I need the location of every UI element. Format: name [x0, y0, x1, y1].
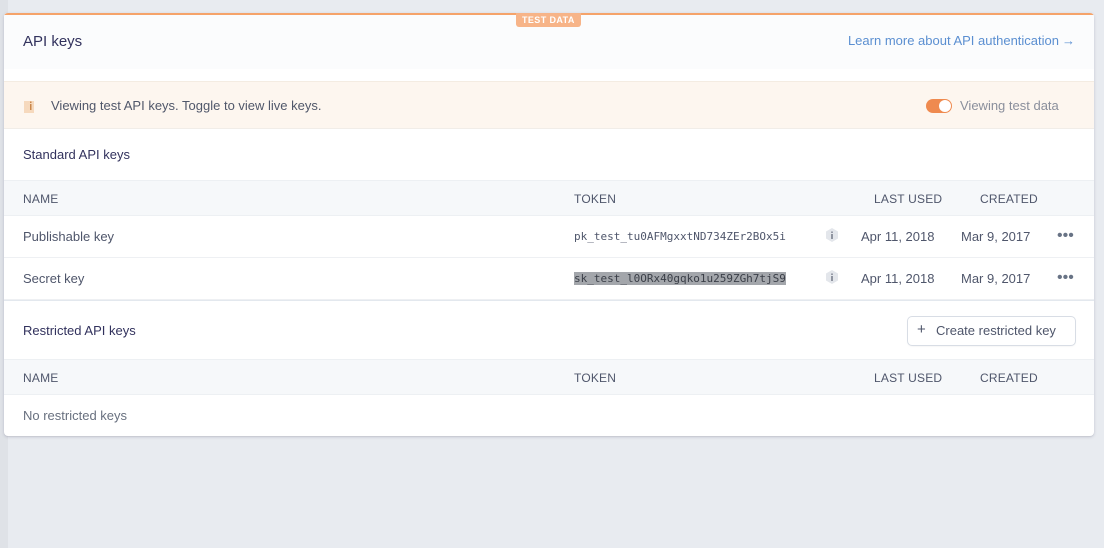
restricted-keys-title: Restricted API keys: [23, 323, 136, 338]
column-token: TOKEN: [574, 192, 617, 206]
toggle-knob: [939, 100, 951, 112]
key-token[interactable]: sk_test_l0ORx40gqko1u259ZGh7tjS9: [574, 272, 786, 285]
column-last-used: LAST USED: [874, 192, 943, 206]
standard-keys-header: NAME TOKEN LAST USED CREATED: [4, 180, 1094, 216]
more-actions-icon[interactable]: •••: [1057, 270, 1074, 286]
key-name: Publishable key: [23, 229, 115, 244]
column-name: NAME: [23, 371, 59, 385]
key-created: Mar 9, 2017: [961, 229, 1031, 244]
section-divider: [4, 300, 1094, 301]
table-row: Secret key sk_test_l0ORx40gqko1u259ZGh7t…: [4, 258, 1094, 300]
more-actions-icon[interactable]: •••: [1057, 228, 1074, 244]
api-keys-card: API keys Learn more about API authentica…: [4, 13, 1094, 436]
page-title: API keys: [23, 33, 83, 50]
column-created: CREATED: [980, 371, 1038, 385]
test-data-toggle[interactable]: [926, 99, 952, 113]
plus-icon: +: [917, 321, 926, 338]
notice-text: Viewing test API keys. Toggle to view li…: [51, 98, 322, 113]
create-restricted-key-label: Create restricted key: [936, 323, 1056, 338]
table-row: Publishable key pk_test_tu0AFMgxxtND734Z…: [4, 216, 1094, 258]
column-token: TOKEN: [574, 371, 617, 385]
create-restricted-key-button[interactable]: + Create restricted key: [908, 317, 1075, 345]
learn-more-label: Learn more about API authentication: [847, 33, 1059, 48]
toggle-label: Viewing test data: [960, 98, 1059, 113]
column-last-used: LAST USED: [874, 371, 943, 385]
empty-state-text: No restricted keys: [23, 408, 128, 423]
info-icon[interactable]: [825, 269, 839, 285]
column-created: CREATED: [980, 192, 1038, 206]
key-created: Mar 9, 2017: [961, 271, 1031, 286]
test-data-badge: TEST DATA: [516, 13, 581, 27]
column-name: NAME: [23, 192, 59, 206]
test-keys-notice: Viewing test API keys. Toggle to view li…: [4, 81, 1094, 129]
key-token[interactable]: pk_test_tu0AFMgxxtND734ZEr2BOx5i: [574, 230, 786, 243]
arrow-right-icon: →: [1062, 33, 1075, 48]
key-last-used: Apr 11, 2018: [861, 229, 935, 244]
info-icon[interactable]: [825, 227, 839, 243]
info-icon: [24, 101, 34, 113]
key-name: Secret key: [23, 271, 85, 286]
standard-keys-title: Standard API keys: [23, 147, 130, 162]
restricted-keys-header: NAME TOKEN LAST USED CREATED: [4, 359, 1094, 395]
key-last-used: Apr 11, 2018: [861, 271, 935, 286]
learn-more-link[interactable]: Learn more about API authentication →: [848, 33, 1075, 48]
